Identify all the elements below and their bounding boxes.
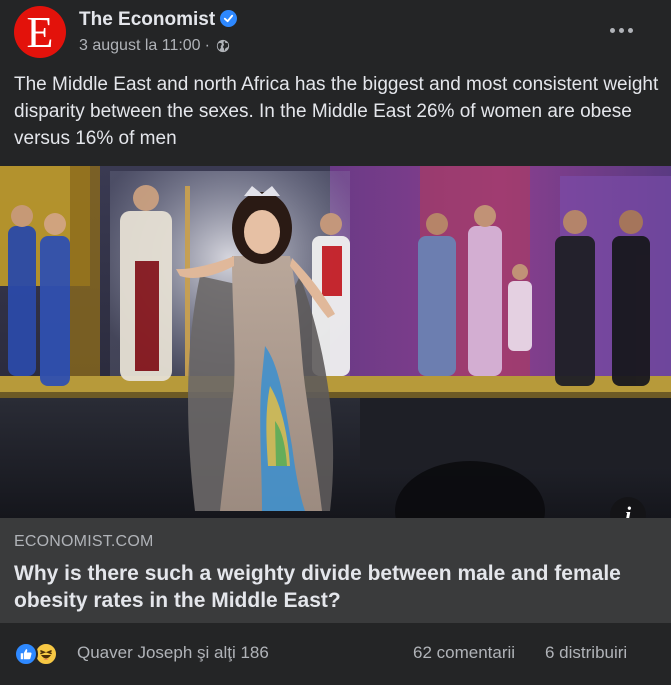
reactors-text[interactable]: Quaver Joseph şi alţi 186 bbox=[77, 643, 269, 663]
link-domain: ECONOMIST.COM bbox=[14, 533, 154, 550]
verified-badge-icon bbox=[220, 10, 237, 27]
like-reaction-icon bbox=[14, 642, 38, 666]
page-avatar[interactable]: E bbox=[14, 6, 66, 58]
comments-count[interactable]: 62 comentarii bbox=[413, 643, 515, 663]
globe-icon bbox=[216, 39, 230, 53]
post-meta: 3 august la 11:00 · bbox=[79, 37, 230, 55]
avatar-letter: E bbox=[26, 8, 54, 57]
post-header: E The Economist 3 august la 11:00 · bbox=[0, 0, 671, 62]
post-photo[interactable] bbox=[0, 166, 671, 518]
page-name[interactable]: The Economist bbox=[79, 9, 215, 31]
post-body-text: The Middle East and north Africa has the… bbox=[14, 74, 659, 149]
link-headline[interactable]: Why is there such a weighty divide betwe… bbox=[14, 560, 654, 614]
facebook-post: E The Economist 3 august la 11:00 · The … bbox=[0, 0, 671, 685]
reaction-icons[interactable] bbox=[14, 642, 68, 666]
link-preview[interactable]: ECONOMIST.COM Why is there such a weight… bbox=[0, 518, 671, 623]
reactions-bar: Quaver Joseph şi alţi 186 62 comentarii … bbox=[0, 623, 671, 685]
meta-separator: · bbox=[204, 37, 210, 54]
stage-performance-image bbox=[0, 166, 671, 518]
shares-count[interactable]: 6 distribuiri bbox=[545, 643, 627, 663]
more-options-icon[interactable] bbox=[603, 16, 639, 44]
post-date[interactable]: 3 august la 11:00 bbox=[79, 37, 201, 55]
